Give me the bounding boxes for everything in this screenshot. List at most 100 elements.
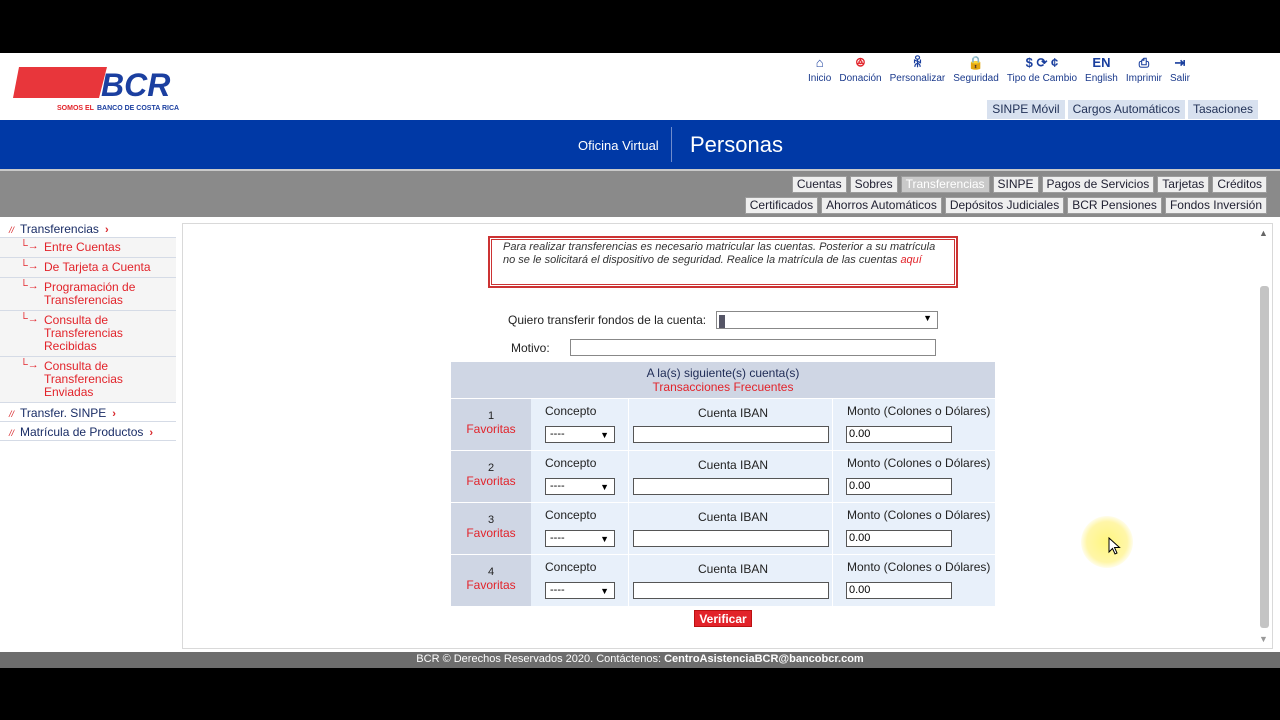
topnav-imprimir[interactable]: ⎙ Imprimir — [1126, 55, 1162, 85]
favorites-link[interactable]: Favoritas — [451, 526, 531, 540]
monto-label: Monto (Colones o Dólares) — [847, 508, 991, 522]
banner-divider — [671, 127, 672, 162]
favorites-link[interactable]: Favoritas — [451, 578, 531, 592]
column-divider — [832, 399, 833, 450]
dropdown-arrow-icon: ▼ — [923, 313, 932, 323]
sidebar-subitem-consulta-recibidas[interactable]: └→ Consulta de Transferencias Recibidas — [0, 311, 176, 357]
monto-input[interactable]: 0.00 — [846, 478, 952, 495]
table-header: A la(s) siguiente(s) cuenta(s) Transacci… — [451, 362, 995, 398]
vertical-scrollbar[interactable]: ▲ ▼ — [1257, 228, 1271, 644]
iban-input[interactable] — [633, 582, 829, 599]
menu-item-certificados[interactable]: Certificados — [744, 197, 819, 214]
quicklink-0[interactable]: SINPE Móvil — [987, 100, 1065, 119]
topnav-personalizar[interactable]: ꆜ Personalizar — [890, 55, 946, 85]
topnav-label: Tipo de Cambio — [1006, 73, 1078, 84]
chevron-right-icon: › — [104, 224, 109, 236]
concepto-value: ---- — [550, 480, 565, 492]
cursor-highlight — [1081, 516, 1133, 568]
table-subtitle[interactable]: Transacciones Frecuentes — [451, 380, 995, 394]
quicklink-2[interactable]: Tasaciones — [1187, 100, 1258, 119]
sidebar: // Transferencias › └→ Entre Cuentas └→ De T… — [0, 219, 176, 441]
iban-input[interactable] — [633, 478, 829, 495]
menu-item-cuentas[interactable]: Cuentas — [791, 176, 847, 193]
topnav-english[interactable]: EN English — [1085, 55, 1118, 85]
topnav-inicio[interactable]: ⌂ Inicio — [808, 55, 831, 85]
monto-input[interactable]: 0.00 — [846, 530, 952, 547]
sidebar-subitem-entre-cuentas[interactable]: └→ Entre Cuentas — [0, 238, 176, 258]
sidebar-subitem-tarjeta-cuenta[interactable]: └→ De Tarjeta a Cuenta — [0, 258, 176, 278]
menu-item-pagos-de-servicios[interactable]: Pagos de Servicios — [1041, 176, 1155, 193]
logo-tagline-a: SOMOS EL — [57, 105, 95, 112]
monto-input[interactable]: 0.00 — [846, 426, 952, 443]
sidebar-item-transfer-sinpe[interactable]: // Transfer. SINPE › — [0, 403, 176, 422]
concepto-select[interactable]: ---- ▼ — [545, 582, 615, 599]
menu-item-tarjetas[interactable]: Tarjetas — [1157, 176, 1210, 193]
dropdown-arrow-icon: ▼ — [600, 586, 609, 596]
printer-icon: ⎙ — [1138, 55, 1150, 70]
sidebar-item-transferencias[interactable]: // Transferencias › — [0, 219, 176, 238]
topnav-tipo-de-cambio[interactable]: $ ⟳ ¢ Tipo de Cambio — [1007, 55, 1077, 85]
concepto-select[interactable]: ---- ▼ — [545, 478, 615, 495]
lock-icon: 🔒 — [967, 55, 985, 70]
concepto-label: Concepto — [545, 404, 597, 418]
sub-arrow-icon: └→ — [20, 260, 39, 272]
language-icon: EN — [1092, 55, 1111, 70]
monto-input[interactable]: 0.00 — [846, 582, 952, 599]
main-menu-row-2: Certificados Ahorros Automáticos Depósitos… — [744, 197, 1267, 214]
menu-item-transferencias[interactable]: Transferencias — [900, 176, 990, 193]
exchange-icon: $ ⟳ ¢ — [1025, 55, 1059, 70]
footer-email-link[interactable]: CentroAsistenciaBCR@bancobcr.com — [664, 653, 864, 665]
concepto-value: ---- — [550, 532, 565, 544]
menu-item-dep-sitos-judiciales[interactable]: Depósitos Judiciales — [944, 197, 1065, 214]
bullet-icon: // — [9, 428, 15, 438]
enroll-link[interactable]: aquí — [900, 254, 921, 266]
sidebar-subitem-programacion[interactable]: └→ Programación de Transferencias — [0, 278, 176, 311]
iban-input[interactable] — [633, 530, 829, 547]
topnav-seguridad[interactable]: 🔒 Seguridad — [953, 55, 999, 85]
destination-accounts-table: A la(s) siguiente(s) cuenta(s) Transacci… — [451, 362, 995, 606]
menu-item-fondos-inversi-n[interactable]: Fondos Inversión — [1164, 197, 1267, 214]
topnav-donaci-n[interactable]: ꔮ Donación — [839, 55, 881, 85]
favorites-link[interactable]: Favoritas — [451, 474, 531, 488]
bullet-icon: // — [9, 225, 15, 235]
quicklink-1[interactable]: Cargos Automáticos — [1067, 100, 1185, 119]
row-number: 2 — [487, 462, 495, 474]
bcr-logo[interactable]: BCR SOMOS EL BANCO DE COSTA RICA — [13, 66, 185, 114]
sidebar-item-matricula[interactable]: // Matrícula de Productos › — [0, 422, 176, 441]
menu-item-sinpe[interactable]: SINPE — [992, 176, 1039, 193]
top-navigation: ⌂ Inicio ꔮ Donación ꆜ Personalizar 🔒 Seguridad $… — [808, 55, 1198, 85]
sub-arrow-icon: └→ — [20, 240, 39, 252]
topnav-salir[interactable]: ⇥ Salir — [1170, 55, 1190, 85]
concepto-select[interactable]: ---- ▼ — [545, 426, 615, 443]
menu-item-cr-ditos[interactable]: Créditos — [1212, 176, 1267, 193]
dropdown-arrow-icon: ▼ — [600, 482, 609, 492]
concepto-value: ---- — [550, 428, 565, 440]
scroll-down-icon[interactable]: ▼ — [1259, 634, 1268, 644]
scroll-up-icon[interactable]: ▲ — [1259, 228, 1268, 238]
concepto-select[interactable]: ---- ▼ — [545, 530, 615, 547]
logo-tagline-b: BANCO DE COSTA RICA — [97, 105, 179, 112]
column-divider — [832, 503, 833, 554]
row-number: 4 — [487, 566, 495, 578]
logo-text: BCR — [101, 67, 170, 103]
scroll-thumb[interactable] — [1260, 286, 1269, 628]
menu-item-ahorros-autom-ticos[interactable]: Ahorros Automáticos — [821, 197, 942, 214]
chevron-right-icon: › — [112, 408, 116, 420]
monto-label: Monto (Colones o Dólares) — [847, 560, 991, 574]
menu-item-sobres[interactable]: Sobres — [849, 176, 898, 193]
verify-button[interactable]: Verificar — [694, 610, 752, 627]
motivo-label: Motivo: — [511, 341, 550, 355]
source-account-select[interactable]: ▼ — [716, 311, 938, 329]
content-frame: ▲ ▼ Para realizar transferencias es nece… — [182, 223, 1273, 649]
iban-input[interactable] — [633, 426, 829, 443]
row-number: 1 — [487, 410, 495, 422]
sidebar-subitem-consulta-enviadas[interactable]: └→ Consulta de Transferencias Enviadas — [0, 357, 176, 403]
sub-arrow-icon: └→ — [20, 313, 39, 325]
table-row: 2 Favoritas Concepto ---- ▼ Cuenta IBAN Monto … — [451, 450, 995, 502]
menu-item-bcr-pensiones[interactable]: BCR Pensiones — [1067, 197, 1162, 214]
table-row: 4 Favoritas Concepto ---- ▼ Cuenta IBAN Monto … — [451, 554, 995, 606]
iban-label: Cuenta IBAN — [698, 458, 769, 472]
banner-subtitle: Oficina Virtual — [578, 138, 659, 153]
motivo-input[interactable] — [570, 339, 936, 356]
favorites-link[interactable]: Favoritas — [451, 422, 531, 436]
